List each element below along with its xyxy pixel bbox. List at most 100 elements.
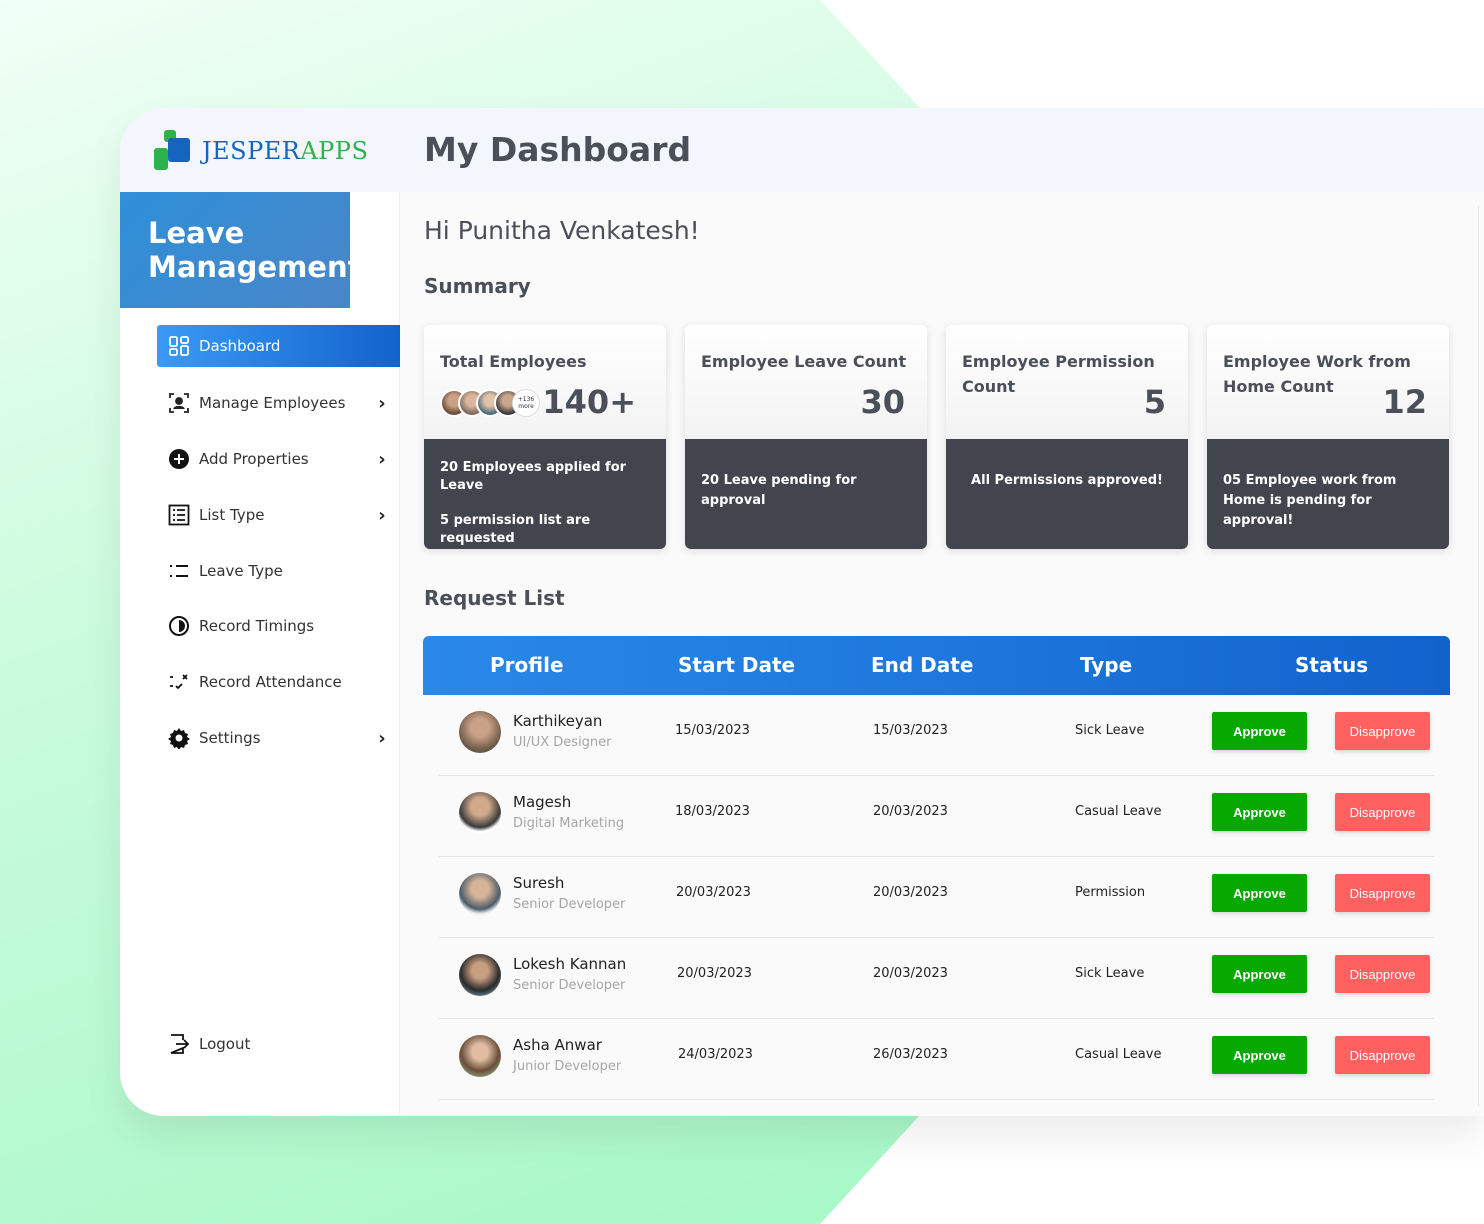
card-value: 12 [1382,383,1427,421]
avatar [459,711,501,753]
sidebar-item-settings[interactable]: Settings › [157,717,400,759]
brand-name: JESPERAPPS [202,137,369,165]
leave-type: Casual Leave [1075,804,1162,819]
sidebar-item-leave-type[interactable]: Leave Type [157,550,400,592]
sidebar-item-manage-employees[interactable]: Manage Employees › [157,382,400,424]
summary-heading: Summary [424,274,531,298]
avatar [459,873,501,915]
card-note: 5 permission list are requested [440,513,591,546]
avatar [459,792,501,834]
card-total-employees: Total Employees +136 more 140+ 20 Employ… [424,325,666,549]
logout-label: Logout [199,1035,251,1053]
start-date: 18/03/2023 [675,804,750,819]
start-date: 15/03/2023 [675,723,750,738]
attendance-icon [167,670,191,694]
sidebar-item-record-timings[interactable]: Record Timings [157,605,400,647]
card-note: All Permissions approved! [971,473,1163,488]
avatar [459,1035,501,1077]
employee-role: Senior Developer [513,897,626,912]
employee-name: Asha Anwar [513,1036,602,1054]
card-note: 05 Employee work from Home is pending fo… [1223,473,1397,528]
sidebar-item-add-properties[interactable]: Add Properties › [157,438,400,480]
end-date: 20/03/2023 [873,804,948,819]
column-header: Status [1295,653,1369,677]
top-bar: JESPERAPPS My Dashboard [120,108,1484,192]
column-header: Start Date [678,653,796,677]
avatar [459,954,501,996]
chevron-right-icon: › [378,448,386,470]
card-permission-count: Employee Permission Count 5 All Permissi… [946,325,1188,549]
column-header: Profile [490,653,564,677]
disapprove-button[interactable]: Disapprove [1335,1036,1430,1074]
scrollbar[interactable] [1478,206,1484,1106]
column-header: Type [1080,653,1133,677]
logout-icon [167,1032,191,1056]
logout-button[interactable]: Logout [157,1023,400,1065]
sidebar-item-record-attendance[interactable]: Record Attendance [157,661,400,703]
sidebar-item-label: Settings [199,729,261,747]
app-window: JESPERAPPS My Dashboard Leave Management… [120,108,1484,1116]
card-value: 140+ [542,383,636,421]
request-list-heading: Request List [424,586,565,610]
card-leave-count: Employee Leave Count 30 20 Leave pending… [685,325,927,549]
main-content: Hi Punitha Venkatesh! Summary Total Empl… [400,192,1484,1116]
sidebar: Leave Management Dashboard Manage Employ… [120,192,400,1116]
column-header: End Date [871,653,974,677]
gear-icon [167,726,191,750]
page-title: My Dashboard [424,130,692,169]
employee-role: Senior Developer [513,978,626,993]
card-title: Employee Permission Count [962,352,1155,396]
employee-name: Karthikeyan [513,712,603,730]
disapprove-button[interactable]: Disapprove [1335,793,1430,831]
clock-icon [167,614,191,638]
chevron-right-icon: › [378,504,386,526]
end-date: 20/03/2023 [873,885,948,900]
card-title: Total Employees [440,352,587,371]
end-date: 20/03/2023 [873,966,948,981]
people-icon [167,391,191,415]
add-circle-icon [167,447,191,471]
employee-role: UI/UX Designer [513,735,612,750]
sidebar-item-label: Add Properties [199,450,309,468]
dashboard-icon [167,334,191,358]
end-date: 26/03/2023 [873,1047,948,1062]
card-work-from-home-count: Employee Work from Home Count 12 05 Empl… [1207,325,1449,549]
card-note: 20 Leave pending for approval [701,473,857,508]
table-header: Profile Start Date End Date Type Status [423,636,1450,695]
approve-button[interactable]: Approve [1212,874,1307,912]
card-note: 20 Employees applied for Leave [440,460,627,493]
sidebar-heading: Leave Management [120,192,361,308]
sidebar-item-label: List Type [199,506,265,524]
disapprove-button[interactable]: Disapprove [1335,712,1430,750]
approve-button[interactable]: Approve [1212,1036,1307,1074]
sidebar-item-label: Manage Employees [199,394,346,412]
list-box-icon [167,503,191,527]
employee-role: Digital Marketing [513,816,625,831]
sidebar-item-dashboard[interactable]: Dashboard [157,325,400,367]
avatar-more-count: +136 more [512,389,540,417]
sidebar-item-label: Dashboard [199,337,281,355]
sidebar-item-list-type[interactable]: List Type › [157,494,400,536]
sidebar-item-label: Leave Type [199,562,283,580]
list-icon [167,559,191,583]
employee-name: Lokesh Kannan [513,955,627,973]
table-row: Karthikeyan UI/UX Designer 15/03/2023 15… [439,695,1434,776]
approve-button[interactable]: Approve [1212,793,1307,831]
table-row: Suresh Senior Developer 20/03/2023 20/03… [439,857,1434,938]
leave-type: Sick Leave [1075,723,1145,738]
approve-button[interactable]: Approve [1212,955,1307,993]
leave-type: Permission [1075,885,1146,900]
disapprove-button[interactable]: Disapprove [1335,955,1430,993]
chevron-right-icon: › [378,392,386,414]
table-row: Lokesh Kannan Senior Developer 20/03/202… [439,938,1434,1019]
leave-type: Sick Leave [1075,966,1145,981]
table-row: Magesh Digital Marketing 18/03/2023 20/0… [439,776,1434,857]
approve-button[interactable]: Approve [1212,712,1307,750]
leave-type: Casual Leave [1075,1047,1162,1062]
card-value: 5 [1143,383,1166,421]
start-date: 20/03/2023 [676,885,751,900]
employee-role: Junior Developer [513,1059,622,1074]
sidebar-item-label: Record Timings [199,617,315,635]
disapprove-button[interactable]: Disapprove [1335,874,1430,912]
start-date: 20/03/2023 [677,966,752,981]
